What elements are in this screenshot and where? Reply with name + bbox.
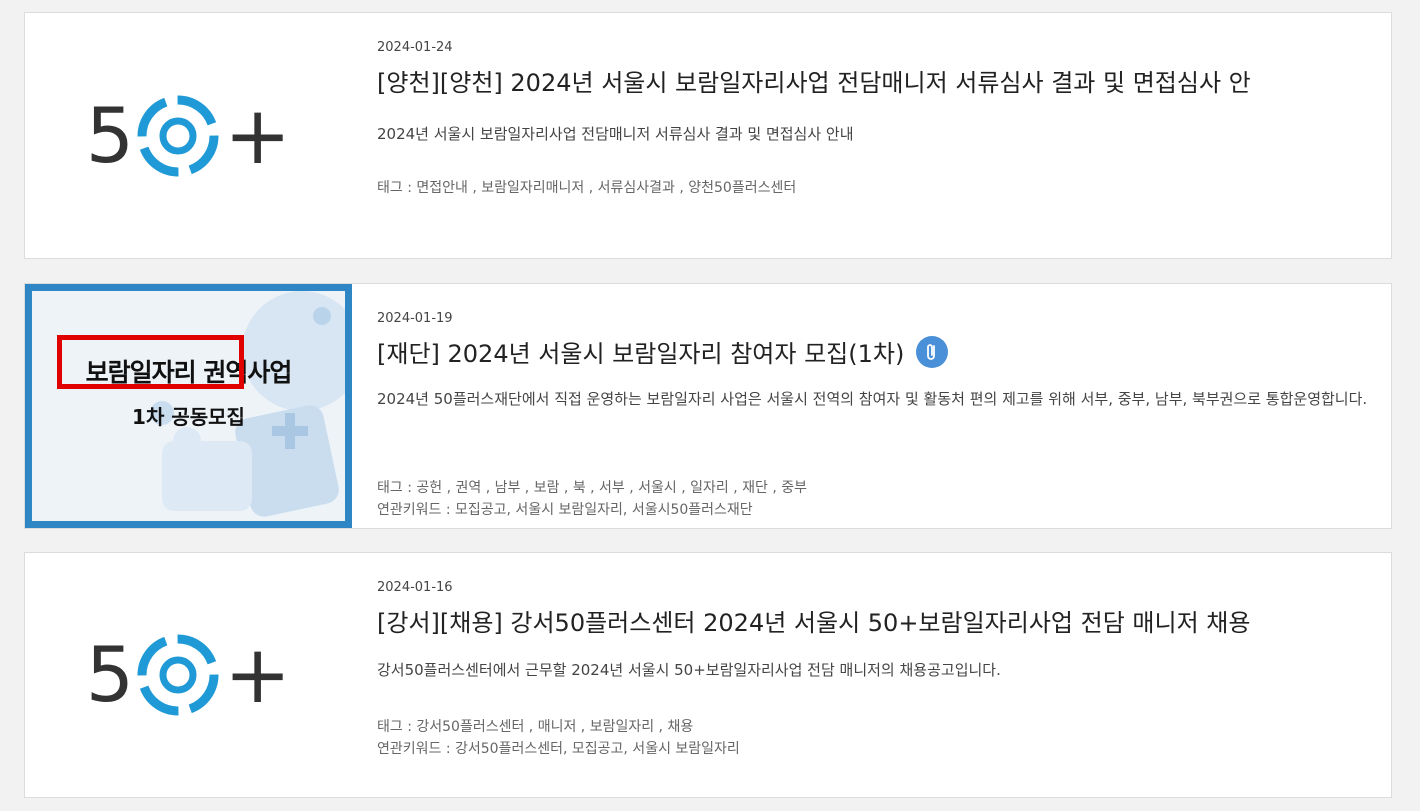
- post-description: 2024년 50플러스재단에서 직접 운영하는 보람일자리 사업은 서울시 전역…: [377, 390, 1368, 408]
- post-body: 2024-01-19 [재단] 2024년 서울시 보람일자리 참여자 모집(1…: [377, 284, 1371, 528]
- promo-image: 보람일자리 권역사업 1차 공동모집: [32, 291, 345, 521]
- post-body: 2024-01-24 [양천][양천] 2024년 서울시 보람일자리사업 전담…: [377, 13, 1371, 258]
- post-description: 2024년 서울시 보람일자리사업 전담매니저 서류심사 결과 및 면접심사 안…: [377, 125, 854, 143]
- post-card[interactable]: 5 + 2024-01-24 [양천][양천] 2024년 서울시 보람일자리사…: [24, 12, 1392, 259]
- post-description: 강서50플러스센터에서 근무할 2024년 서울시 50+보람일자리사업 전담 …: [377, 661, 1001, 679]
- post-title[interactable]: [양천][양천] 2024년 서울시 보람일자리사업 전담매니저 서류심사 결과…: [377, 63, 1371, 98]
- logo-five: 5: [85, 90, 135, 180]
- post-body: 2024-01-16 [강서][채용] 강서50플러스센터 2024년 서울시 …: [377, 553, 1371, 797]
- highlight-box: [57, 335, 244, 389]
- post-title[interactable]: [재단] 2024년 서울시 보람일자리 참여자 모집(1차): [377, 334, 1371, 369]
- logo-thumbnail[interactable]: 5 +: [25, 13, 352, 258]
- post-title-text[interactable]: [재단] 2024년 서울시 보람일자리 참여자 모집(1차): [377, 334, 904, 369]
- post-card[interactable]: 5 + 2024-01-16 [강서][채용] 강서50플러스센터 2024년 …: [24, 552, 1392, 798]
- post-tags: 태그 : 면접안내 , 보람일자리매니저 , 서류심사결과 , 양천50플러스센…: [377, 180, 797, 196]
- logo-thumbnail[interactable]: 5 +: [25, 553, 352, 797]
- post-tags: 태그 : 강서50플러스센터 , 매니저 , 보람일자리 , 채용: [377, 719, 694, 735]
- post-tags: 태그 : 공헌 , 권역 , 남부 , 보람 , 북 , 서부 , 서울시 , …: [377, 480, 808, 496]
- promo-subtitle: 1차 공동모집: [132, 405, 245, 429]
- post-date: 2024-01-19: [377, 311, 453, 326]
- post-title-text[interactable]: [양천][양천] 2024년 서울시 보람일자리사업 전담매니저 서류심사 결과…: [377, 63, 1251, 98]
- logo-ring-icon: [137, 95, 219, 176]
- logo-plus: +: [224, 88, 292, 182]
- post-keywords: 연관키워드 : 모집공고, 서울시 보람일자리, 서울시50플러스재단: [377, 502, 753, 518]
- paperclip-icon[interactable]: [916, 335, 949, 368]
- logo-ring-icon: [137, 634, 219, 716]
- post-date: 2024-01-24: [377, 40, 453, 55]
- post-card[interactable]: 보람일자리 권역사업 1차 공동모집 2024-01-19 [재단] 2024년…: [24, 283, 1392, 529]
- post-keywords: 연관키워드 : 강서50플러스센터, 모집공고, 서울시 보람일자리: [377, 741, 740, 757]
- post-date: 2024-01-16: [377, 580, 453, 595]
- logo-plus: +: [224, 628, 292, 721]
- post-title-text[interactable]: [강서][채용] 강서50플러스센터 2024년 서울시 50+보람일자리사업 …: [377, 603, 1250, 638]
- promo-thumbnail[interactable]: 보람일자리 권역사업 1차 공동모집: [25, 284, 352, 528]
- post-title[interactable]: [강서][채용] 강서50플러스센터 2024년 서울시 50+보람일자리사업 …: [377, 603, 1371, 638]
- logo-five: 5: [85, 630, 135, 719]
